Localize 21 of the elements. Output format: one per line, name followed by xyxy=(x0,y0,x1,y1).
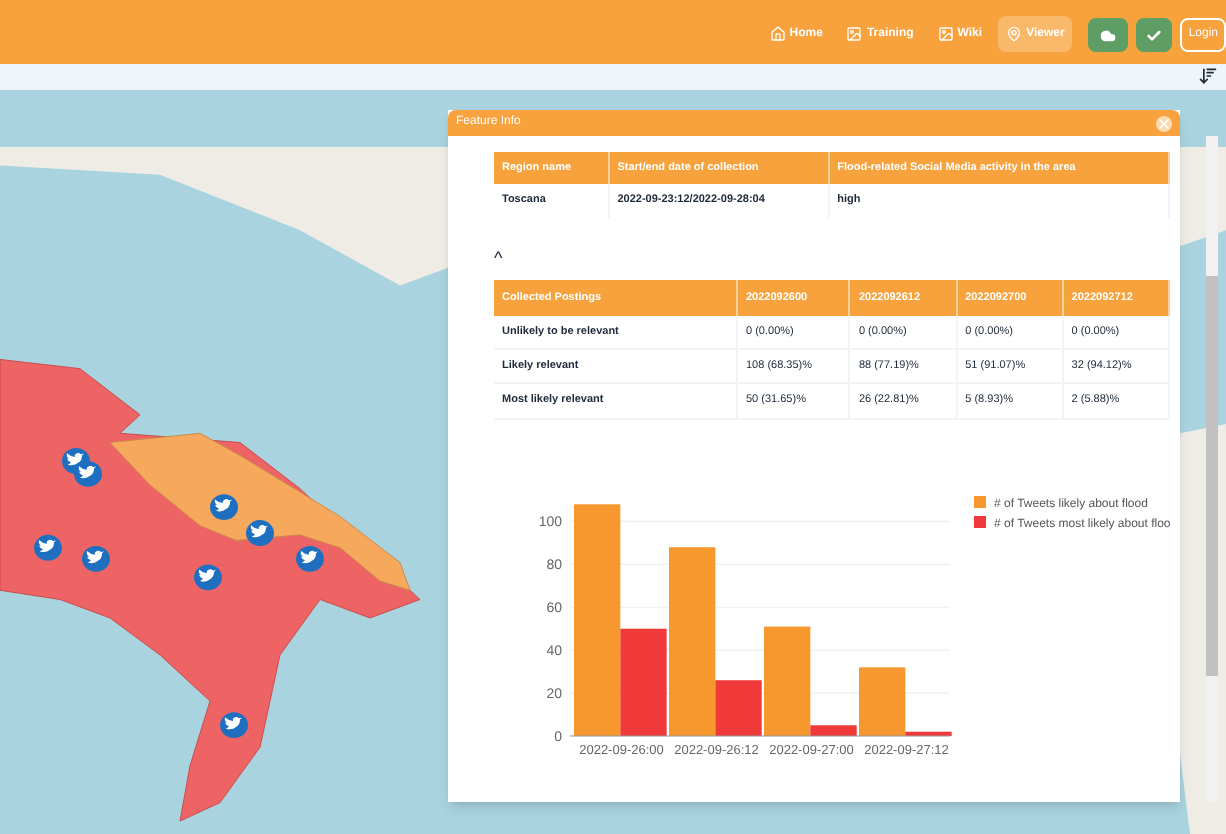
bird-marker-icon[interactable] xyxy=(246,520,274,546)
bird-marker-icon[interactable] xyxy=(34,534,62,561)
home-icon xyxy=(769,26,786,42)
sort-icon[interactable] xyxy=(1198,66,1218,86)
legend-swatch xyxy=(974,515,986,527)
check-icon xyxy=(1146,27,1163,43)
bird-marker-icon[interactable] xyxy=(220,712,248,738)
check-button[interactable] xyxy=(1136,18,1173,52)
image-icon xyxy=(846,26,863,42)
scrollbar[interactable] xyxy=(1206,136,1218,802)
collapse-toggle[interactable]: ^ xyxy=(494,249,503,267)
bird-marker-icon[interactable] xyxy=(194,564,222,591)
bird-marker-icon[interactable] xyxy=(210,494,238,521)
cloud-icon xyxy=(1100,27,1117,43)
cloud-button[interactable] xyxy=(1088,18,1129,52)
image-icon xyxy=(937,26,954,42)
legend-swatch xyxy=(974,495,986,507)
bird-marker-icon[interactable] xyxy=(296,545,324,572)
pin-icon xyxy=(1006,26,1023,42)
bird-marker-icon[interactable] xyxy=(82,545,110,572)
bird-marker-icon[interactable] xyxy=(74,461,102,487)
